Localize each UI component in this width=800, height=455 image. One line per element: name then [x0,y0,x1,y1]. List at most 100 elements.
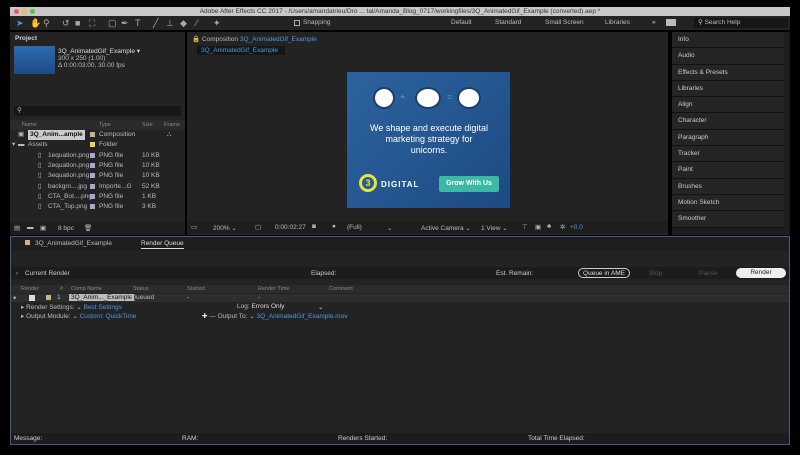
column-name[interactable]: Name [22,122,37,128]
exposure-reset-icon[interactable]: ✲ [560,223,565,231]
column-size[interactable]: Size [142,122,153,128]
sync-settings-icon[interactable] [666,19,676,26]
render-button[interactable]: Render [736,268,786,278]
close-window-button[interactable] [14,9,19,14]
fast-preview-icon[interactable]: ⊤ [522,223,528,231]
panel-item-paint[interactable]: Paint [672,162,784,179]
timeline-icon[interactable]: ▣ [535,223,541,231]
panel-item-motion-sketch[interactable]: Motion Sketch [672,194,784,212]
project-item[interactable]: ▯ backgro....jpg Importe...G 52 KB [10,182,185,192]
render-settings-link[interactable]: Best Settings [84,304,122,311]
project-item[interactable]: ▣ 3Q_Anim...ample Composition ⛬ [10,130,185,140]
project-item[interactable]: ▯ CTA_Bot....png PNG file 1 KB [10,192,185,202]
text-tool-icon[interactable]: T [135,18,141,28]
output-to-link[interactable]: 3Q_AnimatedGif_Example.mov [257,313,348,320]
camera-tool-icon[interactable]: ■ [75,18,80,28]
column-type[interactable]: Type [99,122,111,128]
roto-brush-tool-icon[interactable]: ⁄ [196,18,198,28]
log-select[interactable]: Errors Only ⌄ [251,303,323,311]
pen-tool-icon[interactable]: ✒ [121,18,129,29]
color-channel-icon[interactable]: ● [332,223,336,230]
resolution-select[interactable]: (Full) [347,224,362,231]
queue-in-ame-button[interactable]: Queue in AME [578,268,630,278]
magnification-select[interactable]: 200% ⌄ [213,224,237,232]
clone-stamp-tool-icon[interactable]: ⊥ [166,18,174,29]
panel-item-paragraph[interactable]: Paragraph [672,129,784,147]
disclosure-triangle-icon[interactable]: ▾ [12,140,15,150]
zoom-tool-icon[interactable]: ⚲ [43,18,50,29]
comp-name[interactable]: 3Q_AnimatedGif_Example ▾ [58,47,140,55]
expand-icon[interactable]: › [16,270,18,277]
project-item[interactable]: ▯ CTA_Top.png PNG file 3 KB [10,202,185,212]
workspace-small-screen[interactable]: Small Screen [545,19,584,26]
region-of-interest-icon[interactable]: ▢ [255,223,261,231]
column-started[interactable]: Started [187,286,205,292]
pause-button[interactable]: Pause [699,270,717,277]
column-render-time[interactable]: Render Time [258,286,290,292]
selection-tool-icon[interactable]: ➤ [16,18,24,29]
panel-item-tracker[interactable]: Tracker [672,146,784,163]
panel-item-effects-presets[interactable]: Effects & Presets [672,64,784,81]
project-panel-title[interactable]: Project [15,35,37,42]
composition-name[interactable]: 3Q_AnimatedGif_Example [240,36,317,43]
new-folder-icon[interactable]: ▬ [27,224,34,231]
project-item[interactable]: ▯ 3equation.png PNG file 10 KB [10,171,185,181]
collapse-icon[interactable]: ▾ [13,294,16,302]
tab-timeline[interactable]: 3Q_AnimatedGif_Example [35,240,112,247]
item-comp-name[interactable]: 3Q_Anim..._Example [69,294,135,301]
lock-icon[interactable]: 🔒 [192,36,202,43]
flowchart-icon[interactable]: ⛬ [167,130,172,140]
eraser-tool-icon[interactable]: ◆ [180,18,187,29]
stop-button[interactable]: Stop [649,270,662,277]
views-select[interactable]: 1 View ⌄ [481,224,508,232]
zoom-window-button[interactable] [30,9,35,14]
puppet-pin-tool-icon[interactable]: ✦ [213,18,221,29]
pan-behind-tool-icon[interactable]: ⛶ [89,18,95,29]
column-status[interactable]: Status [133,286,149,292]
panel-item-align[interactable]: Align [672,97,784,114]
rectangle-tool-icon[interactable]: ▢ [108,18,117,29]
tab-render-queue[interactable]: Render Queue [141,240,184,249]
panel-item-character[interactable]: Character [672,113,784,130]
render-item-row[interactable]: ▾ 1 3Q_Anim..._Example Queued - - [11,294,789,302]
project-search-input[interactable]: ⚲ [14,106,181,116]
output-module-link[interactable]: Custom: QuickTime [80,313,137,320]
project-item[interactable]: ▯ 1equation.png PNG file 10 KB [10,151,185,161]
project-item[interactable]: ▾ ▬ Assets Folder [10,140,185,150]
panel-item-audio[interactable]: Audio [672,48,784,65]
column-comment[interactable]: Comment [329,286,353,292]
snapping-checkbox[interactable] [294,20,300,26]
exposure-value[interactable]: +0.0 [570,224,583,231]
current-time[interactable]: 0:00:02:27 [275,224,306,231]
flowchart-icon[interactable]: ♣ [547,223,551,230]
more-workspaces-button[interactable]: » [652,19,656,26]
minimize-window-button[interactable] [22,9,27,14]
rotate-tool-icon[interactable]: ↺ [62,18,70,29]
camera-select[interactable]: Active Camera ⌄ [421,224,471,232]
workspace-standard[interactable]: Standard [495,19,521,26]
brush-tool-icon[interactable]: ╱ [153,18,158,29]
panel-item-info[interactable]: Info [672,32,784,49]
composition-tab[interactable]: 3Q_AnimatedGif_Example [197,46,285,55]
panel-item-brushes[interactable]: Brushes [672,178,784,195]
panel-item-libraries[interactable]: Libraries [672,80,784,98]
search-help-input[interactable]: ⚲ Search Help [694,18,788,28]
snapshot-icon[interactable]: ◙ [312,223,316,230]
new-comp-icon[interactable]: ▣ [40,224,46,232]
interpret-footage-icon[interactable]: ▤ [14,224,20,232]
project-item[interactable]: ▯ 2equation.png PNG file 10 KB [10,161,185,171]
workspace-libraries[interactable]: Libraries [605,19,630,26]
column-comp-name[interactable]: Comp Name [71,286,102,292]
monitor-icon[interactable]: ▭ [191,223,197,231]
panel-item-smoother[interactable]: Smoother [672,211,784,228]
render-checkbox[interactable] [29,295,35,301]
hand-tool-icon[interactable]: ✋ [30,18,41,29]
add-output-module-icon[interactable]: ✚ [202,313,207,320]
trash-icon[interactable]: 🗑 [84,224,92,232]
resolution-chevron-icon[interactable]: ⌄ [387,224,392,232]
column-render[interactable]: Render [21,286,39,292]
column-frame[interactable]: Frame [164,122,180,128]
column-number[interactable]: # [60,286,63,292]
workspace-default[interactable]: Default [451,19,472,26]
bpc-button[interactable]: 8 bpc [58,225,74,232]
